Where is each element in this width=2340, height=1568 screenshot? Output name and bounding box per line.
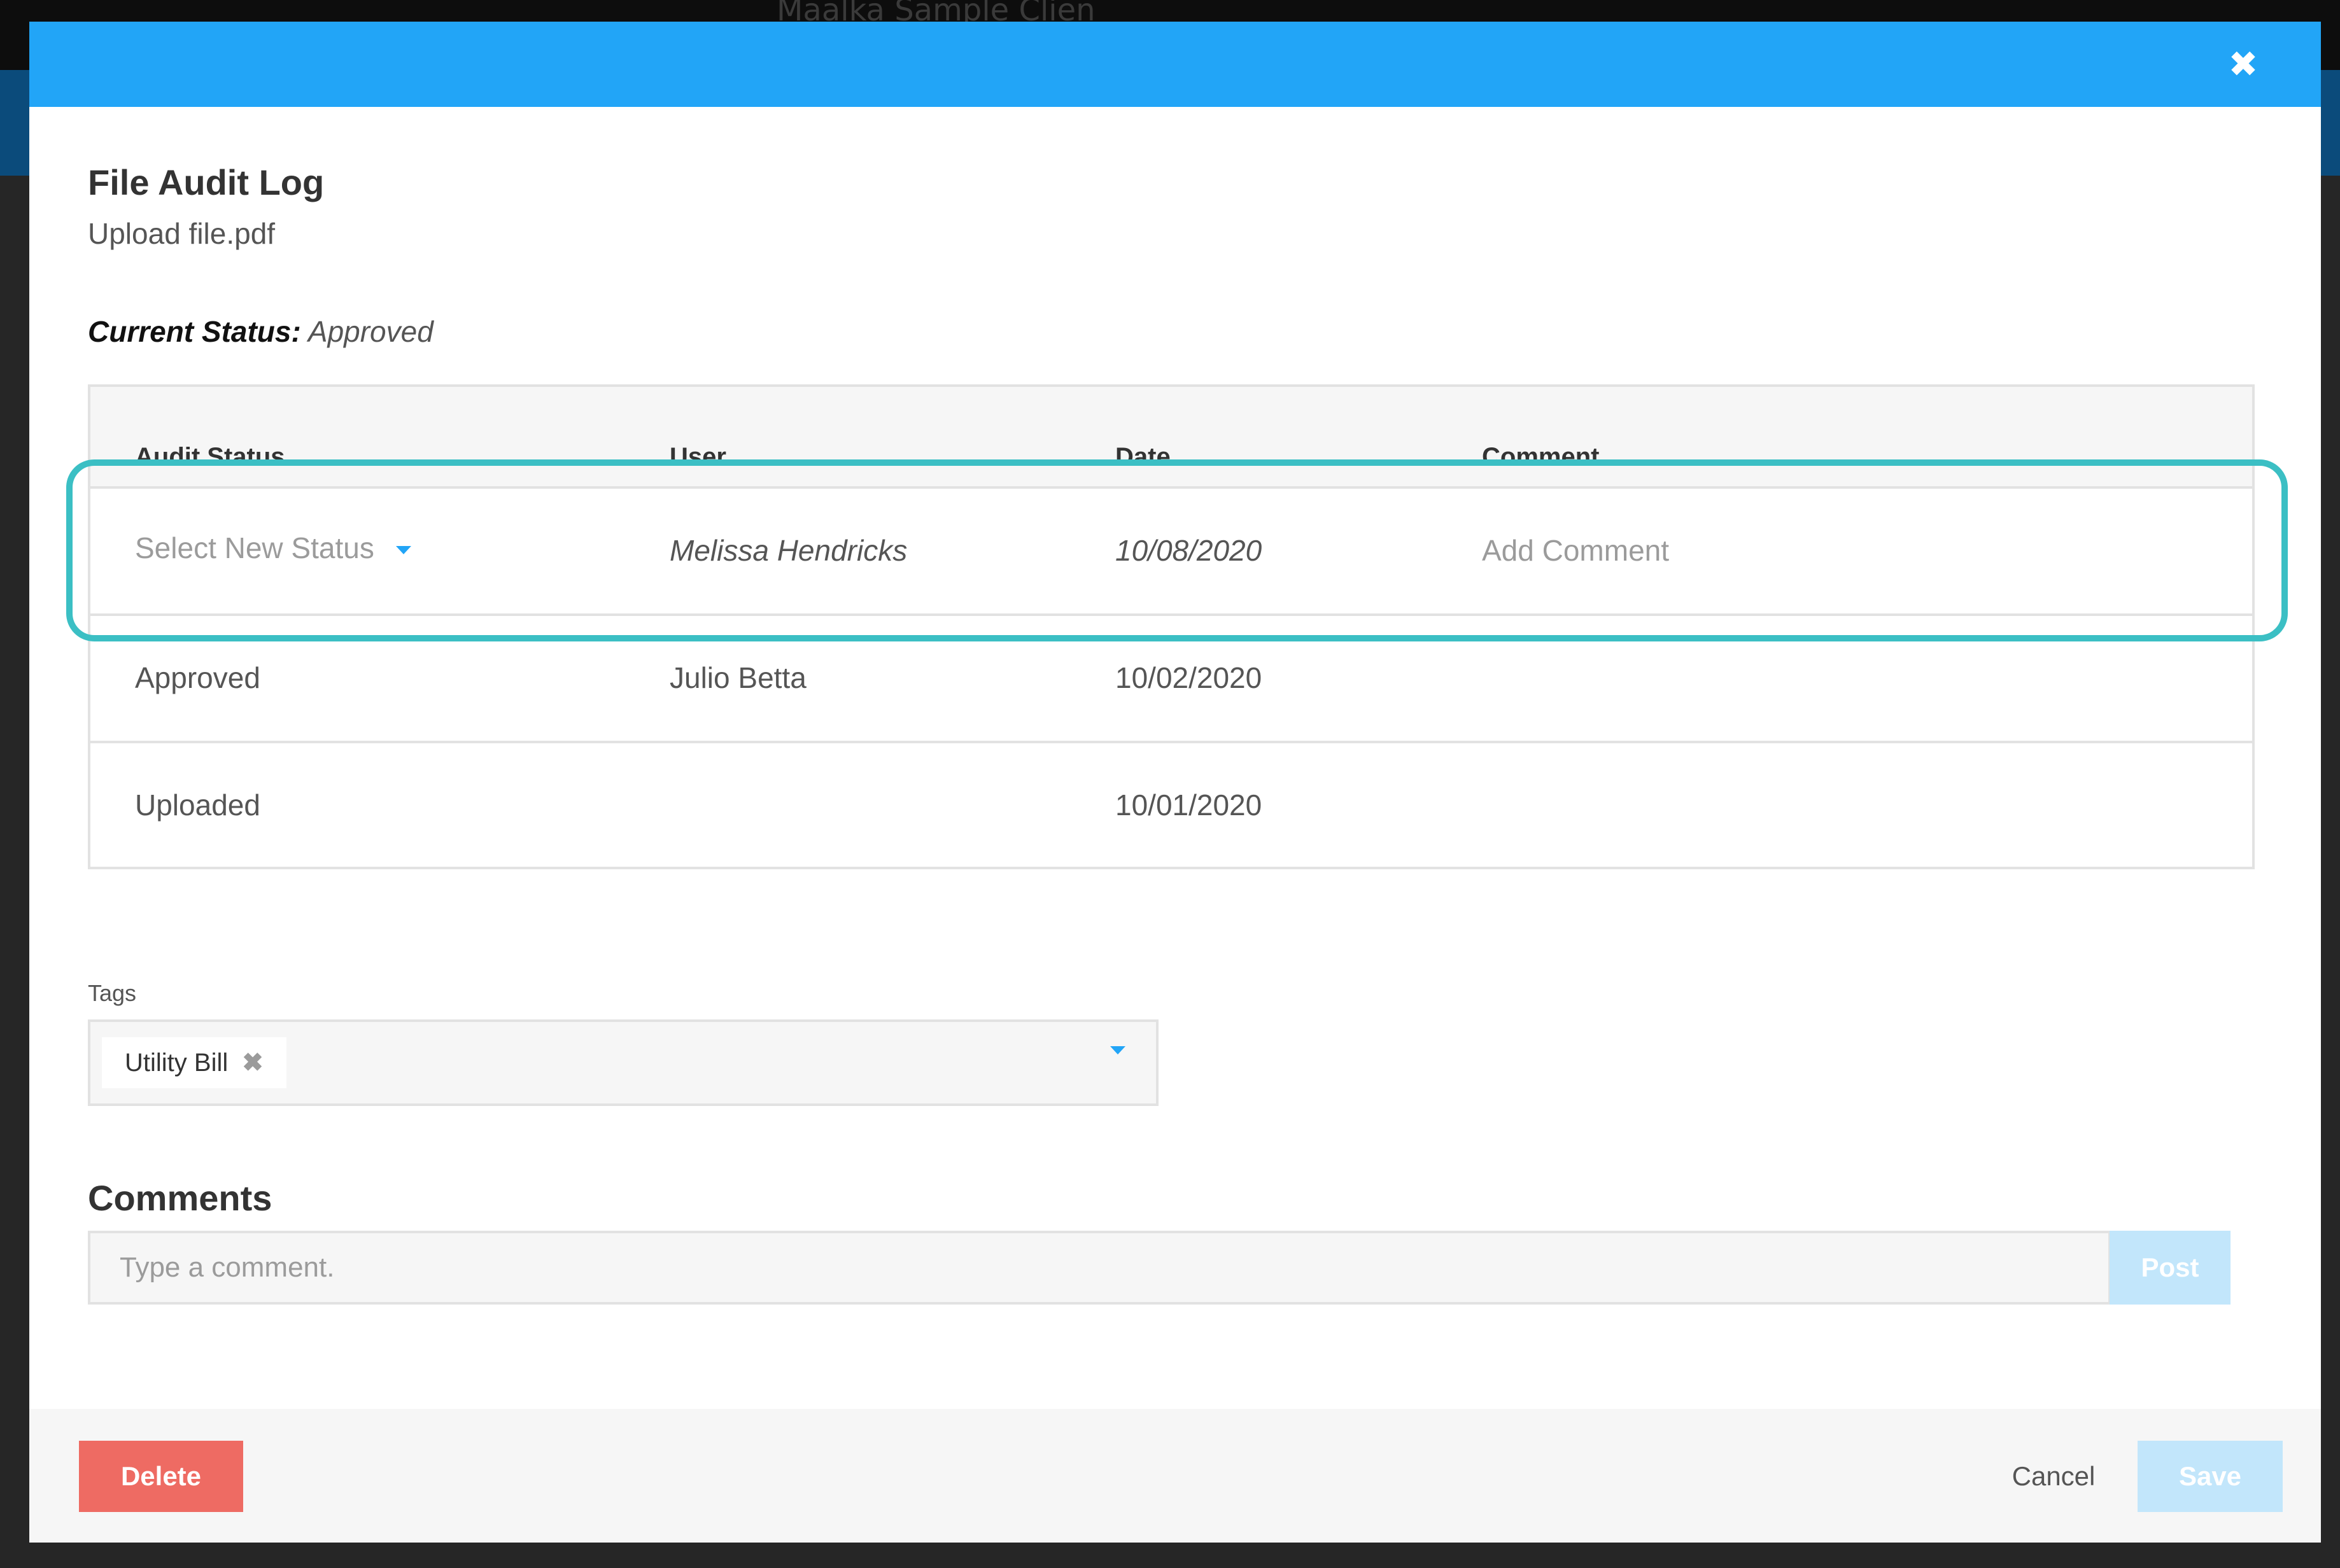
status-select[interactable]: Select New Status [135, 531, 411, 565]
file-audit-log-modal: ✖ File Audit Log Upload file.pdf Current… [29, 22, 2321, 1543]
chevron-down-icon[interactable] [1110, 1046, 1125, 1054]
current-status: Current Status: Approved [88, 314, 433, 349]
row-status: Uploaded [135, 788, 260, 822]
row-status: Approved [135, 661, 260, 694]
status-select-placeholder: Select New Status [135, 531, 374, 564]
cancel-button[interactable]: Cancel [1977, 1441, 2130, 1512]
file-name: Upload file.pdf [88, 217, 276, 250]
modal-title: File Audit Log [88, 162, 325, 202]
current-status-value: Approved [307, 315, 433, 348]
tags-select[interactable]: Utility Bill ✖ [88, 1019, 1159, 1106]
close-icon[interactable]: ✖ [2219, 41, 2267, 89]
chevron-down-icon [395, 546, 411, 555]
modal-footer: Delete Cancel Save [29, 1409, 2321, 1543]
tag-label: Utility Bill [125, 1048, 229, 1077]
column-header-user: User [670, 443, 726, 471]
row-user: Julio Betta [670, 661, 807, 694]
remove-tag-icon[interactable]: ✖ [242, 1048, 264, 1077]
table-row: Approved Julio Betta 10/02/2020 [90, 616, 2252, 743]
new-audit-entry-row: Select New Status Melissa Hendricks 10/0… [90, 489, 2252, 616]
column-header-comment: Comment [1482, 443, 1600, 471]
column-header-audit-status: Audit Status [135, 443, 285, 471]
comments-heading: Comments [88, 1178, 272, 1218]
delete-button[interactable]: Delete [79, 1441, 243, 1512]
audit-table-header: Audit Status User Date Comment [90, 387, 2252, 489]
new-entry-date: 10/08/2020 [1115, 534, 1262, 567]
new-entry-user: Melissa Hendricks [670, 534, 908, 567]
table-row: Uploaded 10/01/2020 [90, 743, 2252, 871]
current-status-label: Current Status: [88, 315, 301, 348]
save-button[interactable]: Save [2138, 1441, 2283, 1512]
comment-input[interactable] [88, 1231, 2111, 1305]
background-client-name: Maalka Sample Client [777, 0, 1095, 24]
modal-header: ✖ [29, 22, 2321, 107]
audit-table: Audit Status User Date Comment Select Ne… [88, 384, 2255, 869]
row-date: 10/01/2020 [1115, 788, 1262, 822]
tag-chip: Utility Bill ✖ [102, 1037, 286, 1088]
column-header-date: Date [1115, 443, 1171, 471]
post-button[interactable]: Post [2110, 1231, 2231, 1305]
row-date: 10/02/2020 [1115, 661, 1262, 694]
add-comment-field[interactable]: Add Comment [1482, 533, 1669, 568]
tags-label: Tags [88, 980, 137, 1006]
